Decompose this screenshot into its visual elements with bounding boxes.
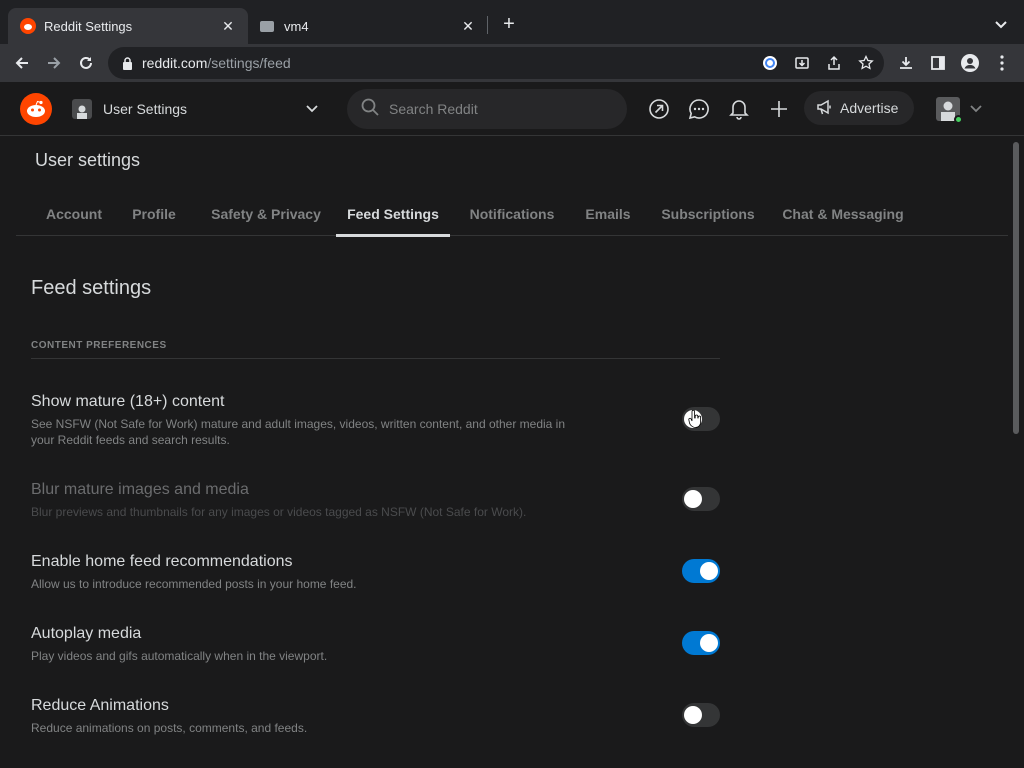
reload-icon[interactable] bbox=[72, 49, 100, 77]
toggle-blur-mature-media[interactable] bbox=[682, 487, 720, 511]
search-input[interactable] bbox=[389, 101, 589, 117]
toggle-knob bbox=[700, 562, 718, 580]
back-arrow-icon[interactable] bbox=[8, 49, 36, 77]
address-bar[interactable]: reddit.com/settings/feed bbox=[108, 47, 884, 79]
setting-description: See NSFW (Not Safe for Work) mature and … bbox=[31, 417, 566, 447]
reddit-logo-icon[interactable] bbox=[20, 93, 52, 125]
setting-description: Play videos and gifs automatically when … bbox=[31, 649, 328, 663]
toggle-knob bbox=[700, 634, 718, 652]
page-scrollbar[interactable] bbox=[1011, 140, 1021, 765]
install-app-icon[interactable] bbox=[790, 51, 814, 75]
user-avatar bbox=[936, 97, 963, 124]
close-tab-icon[interactable]: ✕ bbox=[460, 18, 476, 34]
community-label: User Settings bbox=[103, 101, 188, 117]
divider bbox=[31, 358, 720, 359]
advertise-button[interactable]: Advertise bbox=[804, 91, 914, 125]
advertise-label: Advertise bbox=[840, 100, 899, 116]
lock-icon[interactable] bbox=[120, 56, 134, 70]
setting-title: Reduce Animations bbox=[31, 697, 169, 714]
toggle-autoplay-media[interactable] bbox=[682, 631, 720, 655]
tab-title: Reddit Settings bbox=[44, 18, 133, 34]
tab-safety-privacy[interactable]: Safety & Privacy bbox=[196, 192, 336, 236]
tab-subscriptions[interactable]: Subscriptions bbox=[652, 192, 764, 236]
share-icon[interactable] bbox=[822, 51, 846, 75]
google-lens-icon[interactable] bbox=[758, 51, 782, 75]
scrollbar-thumb[interactable] bbox=[1013, 142, 1019, 434]
toggle-reduce-animations[interactable] bbox=[682, 703, 720, 727]
toggle-knob bbox=[684, 706, 702, 724]
notifications-bell-icon[interactable] bbox=[725, 95, 753, 123]
chevron-down-icon bbox=[970, 100, 982, 118]
chevron-down-icon bbox=[304, 101, 320, 117]
setting-description: Allow us to introduce recommended posts … bbox=[31, 577, 357, 591]
tab-account[interactable]: Account bbox=[32, 192, 116, 236]
setting-autoplay-media: Autoplay media Play videos and gifs auto… bbox=[31, 624, 720, 664]
chat-icon[interactable] bbox=[685, 95, 713, 123]
forward-arrow-icon[interactable] bbox=[40, 49, 68, 77]
close-tab-icon[interactable]: ✕ bbox=[220, 18, 236, 34]
tab-emails[interactable]: Emails bbox=[574, 192, 642, 236]
user-settings-avatar-icon bbox=[72, 99, 92, 119]
chrome-menu-icon[interactable] bbox=[988, 49, 1016, 77]
setting-title: Enable home feed recommendations bbox=[31, 553, 293, 570]
setting-home-feed-recommendations: Enable home feed recommendations Allow u… bbox=[31, 552, 720, 592]
toggle-home-feed-recommendations[interactable] bbox=[682, 559, 720, 583]
toggle-knob bbox=[684, 490, 702, 508]
tab-search-chevron-icon[interactable] bbox=[990, 14, 1012, 36]
setting-reduce-animations: Reduce Animations Reduce animations on p… bbox=[31, 696, 720, 736]
profile-icon[interactable] bbox=[956, 49, 984, 77]
browser-tabstrip: Reddit Settings ✕ vm4 ✕ + bbox=[0, 0, 1024, 44]
tab-profile[interactable]: Profile bbox=[122, 192, 186, 236]
tab-feed-settings[interactable]: Feed Settings bbox=[336, 192, 450, 237]
reddit-favicon-icon bbox=[20, 18, 36, 34]
setting-description: Blur previews and thumbnails for any ima… bbox=[31, 505, 527, 519]
search-bar[interactable] bbox=[347, 89, 627, 129]
downloads-icon[interactable] bbox=[892, 49, 920, 77]
url-text: reddit.com/settings/feed bbox=[142, 55, 291, 71]
new-tab-icon[interactable]: + bbox=[497, 12, 521, 36]
setting-description: Reduce animations on posts, comments, an… bbox=[31, 721, 308, 735]
browser-tab-vm4[interactable]: vm4 ✕ bbox=[248, 8, 488, 44]
browser-toolbar: reddit.com/settings/feed bbox=[0, 44, 1024, 82]
tab-title: vm4 bbox=[284, 18, 309, 34]
tab-chat-messaging[interactable]: Chat & Messaging bbox=[774, 192, 912, 236]
megaphone-icon bbox=[816, 98, 834, 119]
tab-notifications[interactable]: Notifications bbox=[460, 192, 564, 236]
setting-title: Show mature (18+) content bbox=[31, 393, 225, 410]
create-post-plus-icon[interactable] bbox=[765, 95, 793, 123]
section-title: Feed settings bbox=[31, 277, 152, 299]
tab-separator bbox=[487, 16, 488, 34]
reddit-header: User Settings Advertise bbox=[0, 82, 1024, 136]
page-title: User settings bbox=[35, 150, 141, 170]
browser-tab-reddit-settings[interactable]: Reddit Settings ✕ bbox=[8, 8, 248, 44]
side-panel-icon[interactable] bbox=[924, 49, 952, 77]
settings-tabs: Account Profile Safety & Privacy Feed Se… bbox=[16, 192, 1008, 237]
setting-blur-mature-media: Blur mature images and media Blur previe… bbox=[31, 480, 720, 520]
online-status-icon bbox=[954, 115, 963, 124]
popular-arrow-icon[interactable] bbox=[645, 95, 673, 123]
setting-title: Blur mature images and media bbox=[31, 481, 249, 498]
setting-title: Autoplay media bbox=[31, 625, 142, 642]
search-icon bbox=[361, 98, 379, 121]
bookmark-star-icon[interactable] bbox=[854, 51, 878, 75]
hand-cursor-icon bbox=[688, 409, 702, 428]
community-dropdown[interactable]: User Settings bbox=[64, 90, 330, 128]
group-label: CONTENT PREFERENCES bbox=[31, 340, 167, 351]
folder-icon bbox=[260, 20, 274, 32]
user-menu[interactable] bbox=[936, 94, 992, 124]
setting-show-mature-content: Show mature (18+) content See NSFW (Not … bbox=[31, 392, 720, 448]
